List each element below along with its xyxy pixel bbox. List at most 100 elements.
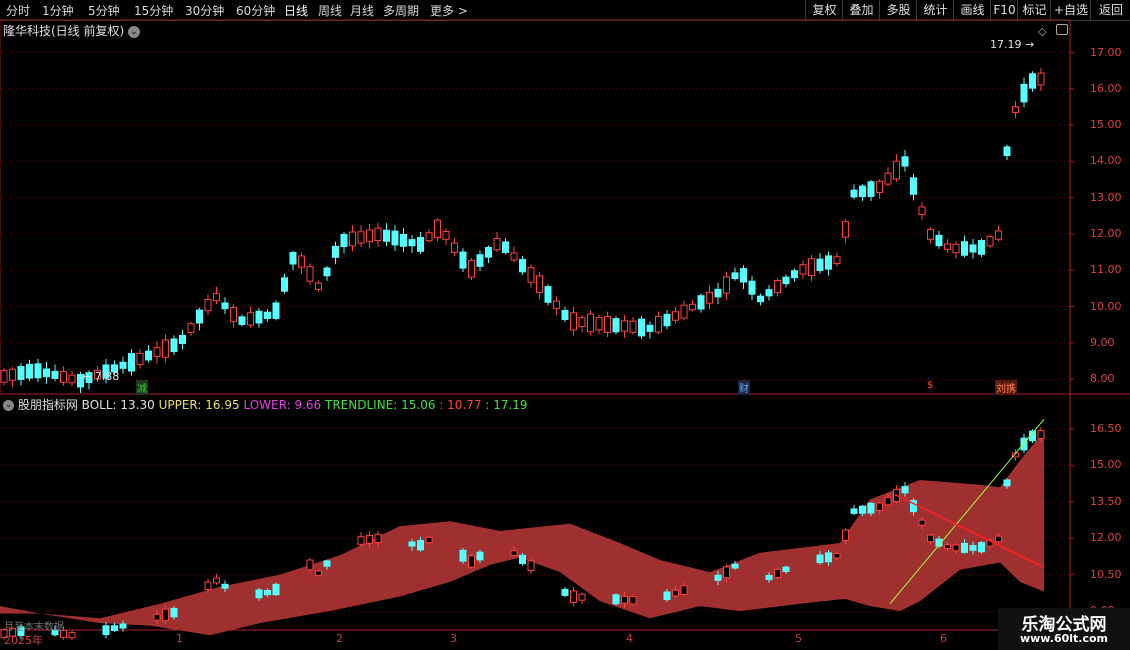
candle-body <box>510 252 518 261</box>
stock-title-text: 隆华科技(日线 前复权) <box>3 24 125 38</box>
candle-body <box>298 255 305 268</box>
indicator-candle-body <box>315 570 322 576</box>
indicator-tick-label: 15.00 <box>1090 458 1122 472</box>
indicator-candle-body <box>723 566 730 579</box>
event-marker-dragon-tiger[interactable]: 刘携 <box>995 380 1017 395</box>
indicator-candle-body <box>170 607 178 618</box>
candle-body <box>553 300 560 309</box>
chevron-down-icon[interactable]: ⌄ <box>128 25 141 38</box>
indicator-candle-body <box>774 568 781 578</box>
indicator-candle-body <box>833 552 841 559</box>
candle-body <box>867 181 875 197</box>
indicator-candle-body <box>850 508 858 514</box>
candle-body <box>289 252 297 265</box>
candle-body <box>485 247 492 258</box>
indicator-tick-label: 12.00 <box>1090 531 1122 545</box>
candle-body <box>34 363 42 379</box>
candle-body <box>595 316 603 331</box>
event-marker-finance[interactable]: 财 <box>738 380 750 395</box>
candle-body <box>247 312 254 326</box>
indicator-candle-body <box>1003 479 1011 487</box>
indicator-candle-body <box>264 590 271 596</box>
indicator-candle-body <box>1037 430 1045 440</box>
candle-body <box>179 334 186 345</box>
stock-title: 隆华科技(日线 前复权) ⌄ <box>3 22 141 39</box>
candle-body <box>43 368 50 378</box>
candle-body <box>833 256 841 265</box>
candle-body <box>281 277 288 292</box>
candle-body <box>527 267 535 283</box>
candle-body <box>816 258 824 271</box>
event-marker-dividend[interactable]: $ <box>926 380 935 391</box>
indicator-candle-body <box>476 551 484 561</box>
low-price-value: 7.88 <box>94 370 120 383</box>
candle-body <box>26 363 33 379</box>
candle-body <box>808 258 815 276</box>
candle-body <box>459 251 467 269</box>
low-price-label: ← 7.88 <box>82 370 120 383</box>
candle-body <box>9 368 16 381</box>
candle-body <box>1029 73 1036 89</box>
candle-body <box>672 311 679 321</box>
high-price-label: 17.19 → <box>990 38 1035 51</box>
kline-chart[interactable] <box>0 0 1130 650</box>
candle-body <box>221 302 229 310</box>
indicator-candle-body <box>323 560 331 567</box>
window-icon[interactable] <box>1056 24 1068 35</box>
x-label-month-3: 3 <box>450 632 457 645</box>
indicator-candle-body <box>374 533 382 544</box>
candle-body <box>1037 72 1045 86</box>
upper-label: UPPER: <box>158 398 202 412</box>
indicator-value-2: : 10.77 <box>439 398 482 412</box>
candle-body <box>145 350 152 361</box>
indicator-candle-body <box>842 529 849 541</box>
candle-body <box>655 315 662 333</box>
candle-body <box>264 311 271 319</box>
candle-body <box>0 370 8 383</box>
lower-label: LOWER: <box>243 398 291 412</box>
candle-body <box>689 303 696 311</box>
candle-body <box>476 254 484 267</box>
candle-body <box>170 338 178 352</box>
candle-body <box>697 295 705 310</box>
candle-body <box>536 275 543 294</box>
candle-body <box>791 270 798 279</box>
lower-value: 9.66 <box>294 398 322 412</box>
candle-body <box>213 293 220 302</box>
indicator-tick-label: 10.50 <box>1090 567 1122 581</box>
high-price-value: 17.19 <box>990 38 1022 51</box>
indicator-candle-body <box>102 625 110 636</box>
indicator-candle-body <box>621 595 628 604</box>
candle-body <box>825 255 832 270</box>
candle-body <box>884 172 892 185</box>
indicator-candle-body <box>162 608 169 622</box>
upper-value: 16.95 <box>205 398 240 412</box>
candle-body <box>706 291 713 304</box>
indicator-candle-body <box>468 555 475 568</box>
candle-body <box>162 339 169 358</box>
candle-body <box>774 280 781 294</box>
indicator-candle-body <box>255 589 263 599</box>
indicator-candle-body <box>306 559 314 571</box>
indicator-value-3: : 17.19 <box>485 398 528 412</box>
x-label-month-5: 5 <box>795 632 802 645</box>
indicator-candle-body <box>570 590 577 603</box>
indicator-candle-body <box>672 589 679 597</box>
indicator-candle-body <box>417 540 424 551</box>
indicator-candle-body <box>867 502 875 514</box>
diamond-icon[interactable]: ◇ <box>1038 25 1046 38</box>
candle-body <box>1012 106 1019 114</box>
candle-body <box>842 221 849 238</box>
candle-body <box>587 313 594 333</box>
candle-body <box>400 233 407 247</box>
indicator-tick-label: 13.50 <box>1090 494 1122 508</box>
event-marker-reduce[interactable]: 减 <box>136 380 148 395</box>
indicator-candle-body <box>825 552 832 563</box>
candle-body <box>561 310 569 320</box>
indicator-candle-body <box>978 542 985 553</box>
candle-body <box>272 302 280 319</box>
candle-body <box>306 266 314 282</box>
candle-body <box>918 206 926 216</box>
chevron-down-icon[interactable]: ⌄ <box>3 400 14 411</box>
candle-body <box>349 231 356 247</box>
